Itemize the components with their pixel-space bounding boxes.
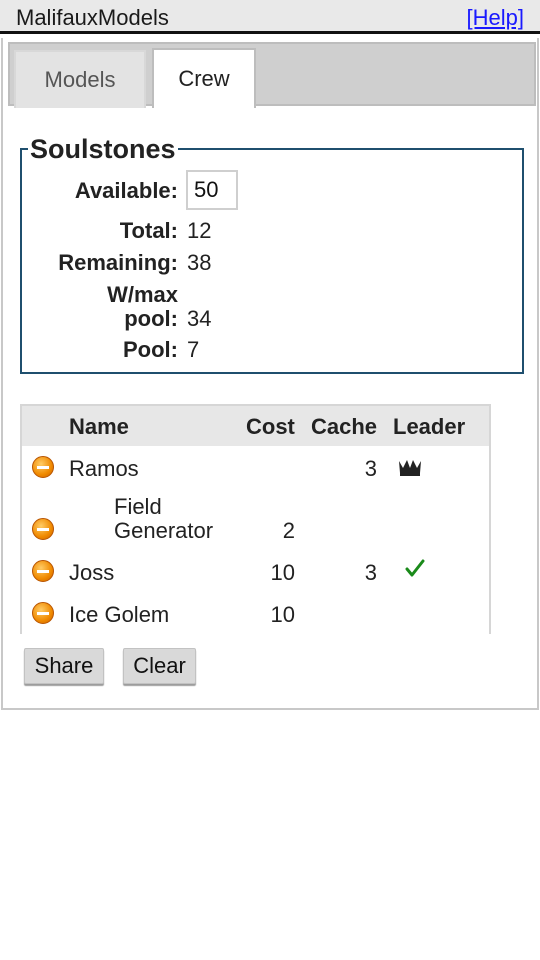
- app-title: MalifauxModels: [16, 5, 169, 30]
- title-bar: MalifauxModels [Help]: [0, 0, 540, 34]
- table-row: Ramos 3: [22, 446, 489, 488]
- model-cache: 3: [364, 560, 377, 585]
- clear-button[interactable]: Clear: [123, 648, 196, 684]
- model-cost: 2: [282, 518, 295, 543]
- model-name-line1: Field: [114, 494, 162, 519]
- main-panel: Models Crew Soulstones Available: Total:…: [1, 38, 539, 710]
- remaining-value: 38: [187, 250, 212, 275]
- available-label: Available:: [74, 178, 178, 203]
- remove-model-icon[interactable]: [32, 602, 54, 624]
- column-header-cache: Cache: [311, 414, 378, 439]
- wmax-label-line1: W/max: [107, 282, 178, 307]
- column-header-cost: Cost: [246, 414, 295, 439]
- tab-crew[interactable]: Crew: [152, 48, 256, 108]
- column-header-name: Name: [69, 414, 129, 439]
- wmax-value: 34: [187, 306, 212, 331]
- table-row: Joss 10 3: [22, 550, 489, 592]
- model-cache: 3: [364, 456, 377, 481]
- check-icon[interactable]: [404, 558, 426, 580]
- total-label: Total:: [119, 218, 178, 243]
- soulstones-panel: Soulstones Available: Total: 12 Remainin…: [20, 134, 524, 374]
- remove-model-icon[interactable]: [32, 456, 54, 478]
- help-link[interactable]: [Help]: [467, 5, 524, 31]
- pool-value: 7: [187, 337, 200, 362]
- model-name-line2: Generator: [114, 518, 214, 543]
- crew-table: Name Cost Cache Leader Ramos 3 Field Gen…: [20, 404, 491, 634]
- crown-icon: [399, 460, 421, 476]
- available-input[interactable]: [186, 170, 238, 210]
- remove-model-icon[interactable]: [32, 518, 54, 540]
- pool-label: Pool:: [123, 337, 178, 362]
- table-row: Ice Golem 10: [22, 592, 489, 634]
- model-name: Joss: [69, 560, 115, 585]
- model-name: Ice Golem: [69, 602, 170, 627]
- tab-models[interactable]: Models: [14, 50, 146, 108]
- table-row: Field Generator 2: [22, 488, 489, 550]
- share-button[interactable]: Share: [24, 648, 104, 684]
- soulstones-legend: Soulstones: [28, 134, 178, 165]
- column-header-leader: Leader: [393, 414, 466, 439]
- model-cost: 10: [270, 560, 295, 585]
- remove-model-icon[interactable]: [32, 560, 54, 582]
- table-header: Name Cost Cache Leader: [22, 406, 489, 446]
- wmax-label-line2: pool:: [124, 306, 178, 331]
- remaining-label: Remaining:: [58, 250, 178, 275]
- model-name: Ramos: [69, 456, 139, 481]
- total-value: 12: [187, 218, 212, 243]
- model-cost: 10: [270, 602, 295, 627]
- tab-bar: Models Crew: [8, 42, 536, 108]
